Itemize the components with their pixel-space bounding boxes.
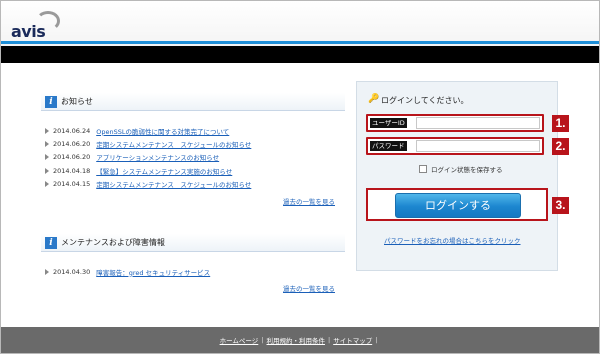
- logo-text: avis: [11, 22, 46, 41]
- info-icon: i: [45, 236, 57, 249]
- login-button-frame: ログインする: [366, 188, 548, 221]
- bullet-triangle-icon: [45, 140, 49, 147]
- footer-separator: |: [375, 336, 378, 344]
- password-input[interactable]: [416, 140, 540, 152]
- bullet-triangle-icon: [45, 167, 49, 174]
- list-item: 2014.06.20 アプリケーションメンテナンスのお知らせ: [45, 151, 251, 164]
- step-badge-2: 2.: [552, 138, 569, 155]
- maintenance-list: 2014.04.30 障害報告：gred セキュリティサービス: [45, 265, 210, 278]
- list-item: 2014.04.15 定期システムメンテナンス スケジュールのお知らせ: [45, 177, 251, 190]
- forgot-password-link[interactable]: パスワードをお忘れの場合はこちらをクリック: [384, 235, 521, 245]
- maintenance-more-link[interactable]: 過去の一覧を見る: [283, 283, 335, 293]
- maintenance-header: i メンテナンスおよび障害情報: [41, 234, 345, 252]
- notice-link[interactable]: アプリケーションメンテナンスのお知らせ: [96, 152, 219, 162]
- notices-more-link[interactable]: 過去の一覧を見る: [283, 196, 335, 206]
- user-id-input[interactable]: [416, 117, 540, 129]
- list-item: 2014.06.20 定期システムメンテナンス スケジュールのお知らせ: [45, 137, 251, 150]
- notice-date: 2014.04.15: [53, 179, 91, 188]
- step-badge-1: 1.: [552, 115, 569, 132]
- bullet-triangle-icon: [45, 180, 49, 187]
- notice-date: 2014.06.20: [53, 153, 91, 162]
- footer-link-home[interactable]: ホームページ: [220, 335, 259, 345]
- notices-title: お知らせ: [61, 97, 93, 106]
- user-id-label: ユーザーID: [370, 118, 407, 128]
- notice-link[interactable]: 定期システムメンテナンス スケジュールのお知らせ: [96, 179, 251, 189]
- maintenance-link[interactable]: 障害報告：gred セキュリティサービス: [96, 267, 210, 277]
- notice-date: 2014.06.24: [53, 126, 91, 135]
- bullet-triangle-icon: [45, 268, 49, 275]
- user-id-field-frame: ユーザーID: [366, 114, 544, 132]
- notice-date: 2014.04.18: [53, 166, 91, 175]
- password-field-frame: パスワード: [366, 137, 544, 155]
- avis-logo[interactable]: avis: [10, 11, 60, 41]
- key-icon: 🔑: [368, 94, 380, 104]
- header-black-bar: [1, 46, 599, 63]
- login-title: ログインしてください。: [381, 96, 469, 105]
- login-panel: 🔑 ログインしてください。 ユーザーID パスワード ログイン状態を保存する ロ…: [356, 81, 558, 271]
- remember-login[interactable]: ログイン状態を保存する: [419, 164, 503, 174]
- notice-link[interactable]: 定期システムメンテナンス スケジュールのお知らせ: [96, 139, 251, 149]
- list-item: 2014.04.30 障害報告：gred セキュリティサービス: [45, 265, 210, 278]
- list-item: 2014.06.24 OpenSSLの脆弱性に関する対策完了について: [45, 124, 251, 137]
- bullet-triangle-icon: [45, 127, 49, 134]
- notice-link[interactable]: OpenSSLの脆弱性に関する対策完了について: [96, 126, 229, 136]
- footer-link-terms[interactable]: 利用規約・利用条件: [266, 335, 325, 345]
- list-item: 2014.04.18 【緊急】システムメンテナンス実施のお知らせ: [45, 164, 251, 177]
- step-badge-3: 3.: [552, 197, 569, 214]
- footer-separator: |: [327, 336, 331, 344]
- footer-link-sitemap[interactable]: サイトマップ: [333, 335, 372, 345]
- password-label: パスワード: [370, 141, 407, 151]
- bullet-triangle-icon: [45, 154, 49, 161]
- info-icon: i: [45, 95, 57, 108]
- remember-label: ログイン状態を保存する: [431, 166, 503, 174]
- footer: ホームページ | 利用規約・利用条件 | サイトマップ |: [1, 327, 599, 353]
- notices-header: i お知らせ: [41, 93, 345, 111]
- login-button[interactable]: ログインする: [395, 193, 521, 218]
- header-bar: avis: [1, 1, 599, 46]
- header-accent-line: [1, 41, 599, 44]
- maintenance-title: メンテナンスおよび障害情報: [61, 238, 165, 247]
- notice-link[interactable]: 【緊急】システムメンテナンス実施のお知らせ: [96, 166, 232, 176]
- notices-list: 2014.06.24 OpenSSLの脆弱性に関する対策完了について 2014.…: [45, 124, 251, 190]
- maintenance-date: 2014.04.30: [53, 267, 91, 276]
- footer-separator: |: [261, 336, 264, 344]
- remember-checkbox[interactable]: [419, 165, 427, 173]
- notice-date: 2014.06.20: [53, 139, 91, 148]
